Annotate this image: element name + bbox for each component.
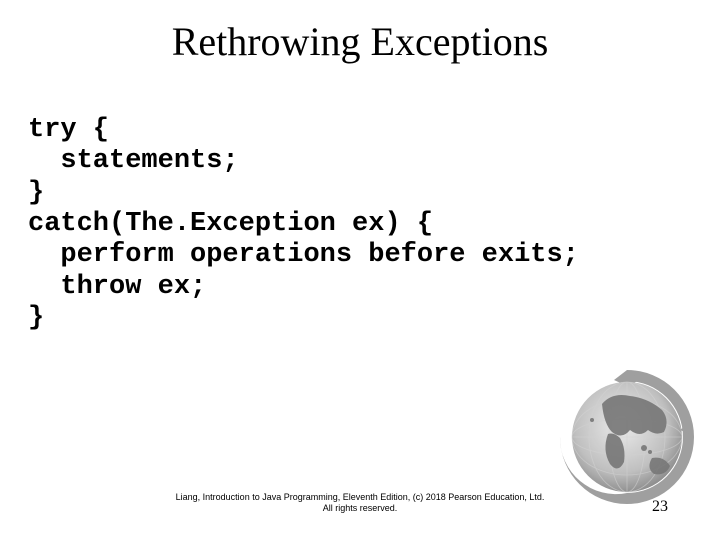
- slide-title: Rethrowing Exceptions: [0, 18, 720, 65]
- footer-line-1: Liang, Introduction to Java Programming,…: [176, 492, 545, 502]
- footer-line-2: All rights reserved.: [323, 503, 398, 513]
- slide: Rethrowing Exceptions try { statements; …: [0, 0, 720, 540]
- globe-icon: [552, 362, 702, 512]
- footer-copyright: Liang, Introduction to Java Programming,…: [0, 492, 720, 515]
- page-number: 23: [652, 498, 668, 516]
- code-block: try { statements; } catch(The.Exception …: [28, 115, 579, 334]
